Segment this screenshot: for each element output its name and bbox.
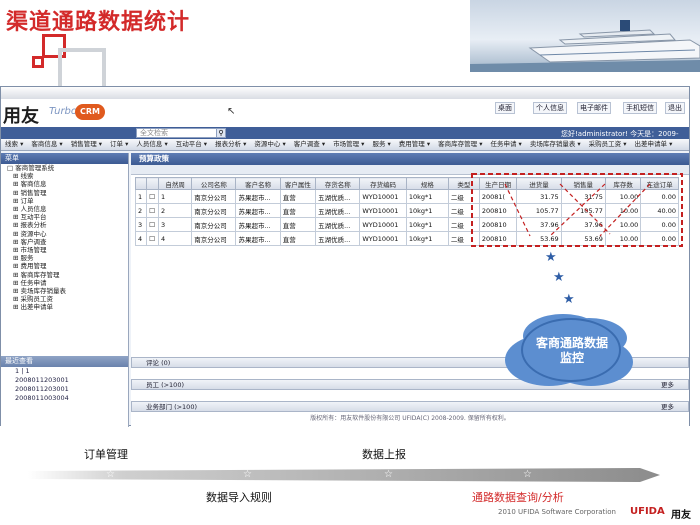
callout-text: 客商通路数据监控 (535, 336, 608, 365)
slide: { "slide": {"title": "渠道通路数据统计"}, "app":… (0, 0, 700, 525)
timeline-label-order: 订单管理 (84, 448, 128, 461)
arrow-line (559, 183, 611, 235)
timeline-label-import: 数据导入规则 (206, 491, 272, 504)
timeline-star-icon: ☆ (106, 469, 115, 480)
timeline-label-query: 通路数据查询/分析 (472, 491, 564, 504)
timeline-star-icon: ☆ (243, 469, 252, 480)
star-icon: ★ (545, 250, 557, 265)
arrow-line (599, 183, 651, 237)
timeline-star-icon: ☆ (523, 469, 532, 480)
arrow-line (549, 183, 606, 237)
ufida-logo: UFIDA (630, 506, 665, 517)
ufida-logo-cn: 用友 (671, 510, 691, 521)
star-icon: ★ (563, 292, 575, 307)
arrow-line (504, 183, 531, 237)
star-icon: ★ (553, 270, 565, 285)
timeline-label-report: 数据上报 (362, 448, 406, 461)
corp-name: 2010 UFIDA Software Corporation (498, 508, 616, 516)
timeline-star-icon: ☆ (384, 469, 393, 480)
